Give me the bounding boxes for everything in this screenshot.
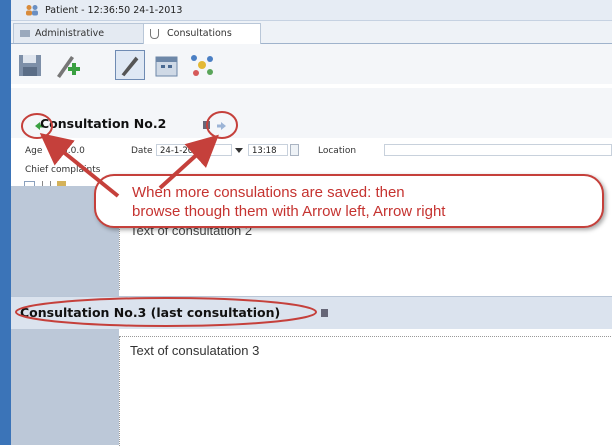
stethoscope-icon: [150, 28, 159, 39]
age-label: Age: [25, 146, 43, 156]
consultation-3-text: Text of consulatation 3: [130, 343, 260, 358]
administrative-icon: [20, 30, 30, 37]
location-label: Location: [318, 146, 357, 156]
consultation-3-menu-icon[interactable]: [321, 309, 328, 317]
arrow-right-icon: [217, 122, 226, 130]
chief-complaints-label: Chief complaints: [25, 165, 101, 175]
consultation-2-text-area[interactable]: Text of consultation 2: [119, 222, 612, 290]
date-value: 24-1-2013: [160, 146, 204, 156]
window-title: Patient - 12:36:50 24-1-2013: [45, 5, 183, 16]
consultation-2-title: Consultation No.2: [40, 116, 167, 131]
patient-window: Patient - 12:36:50 24-1-2013 Administrat…: [0, 0, 612, 446]
annotation-callout: When more consulations are saved: then b…: [94, 174, 604, 228]
age-value: 0.0.0: [62, 146, 85, 156]
tab-administrative-label: Administrative: [35, 28, 105, 39]
time-spinner-icon[interactable]: [290, 144, 299, 156]
tab-bar: Administrative Consultations: [11, 21, 612, 44]
new-consultation-icon[interactable]: [51, 50, 81, 80]
calendar-icon[interactable]: [151, 50, 181, 80]
date-label: Date: [131, 146, 153, 156]
date-dropdown-icon[interactable]: [235, 148, 243, 153]
window-left-border: [0, 0, 11, 445]
consultation-3-text-area[interactable]: Text of consulatation 3: [119, 336, 612, 446]
patient-icon: [26, 5, 38, 16]
molecule-icon[interactable]: [187, 50, 217, 80]
save-icon[interactable]: [15, 50, 45, 80]
time-value: 13:18: [252, 146, 277, 156]
callout-line-2: browse though them with Arrow left, Arro…: [132, 203, 446, 220]
toolbar: [11, 44, 612, 84]
date-field[interactable]: 24-1-2013: [156, 144, 232, 156]
consultation-3-title: Consultation No.3 (last consultation): [20, 305, 281, 320]
tab-consultations[interactable]: Consultations: [143, 23, 261, 44]
callout-line-1: When more consulations are saved: then: [132, 184, 405, 201]
consultation-2-menu-icon[interactable]: [203, 121, 210, 129]
tab-consultations-label: Consultations: [167, 28, 232, 39]
title-bar: Patient - 12:36:50 24-1-2013: [11, 0, 612, 21]
next-consultation-button[interactable]: [215, 119, 228, 132]
edit-icon[interactable]: [115, 50, 145, 80]
tab-administrative[interactable]: Administrative: [13, 23, 145, 43]
location-field[interactable]: [384, 144, 612, 156]
time-field[interactable]: 13:18: [248, 144, 288, 156]
